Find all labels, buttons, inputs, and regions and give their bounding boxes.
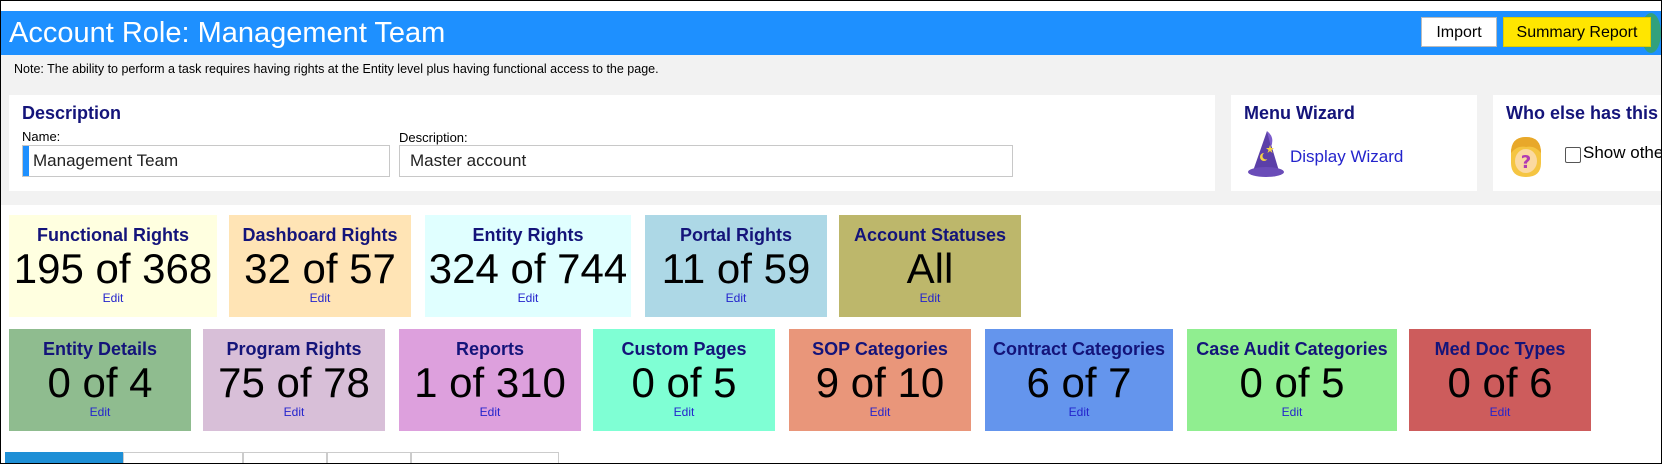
tile-title: SOP Categories bbox=[812, 339, 948, 359]
rights-tile: Program Rights 75 of 78 Edit bbox=[203, 329, 385, 431]
display-wizard-link[interactable]: Display Wizard bbox=[1290, 147, 1403, 167]
tile-edit-link[interactable]: Edit bbox=[839, 291, 1021, 305]
summary-report-button[interactable]: Summary Report bbox=[1503, 17, 1651, 47]
tab-3[interactable] bbox=[243, 452, 327, 463]
tile-count: 6 of 7 bbox=[1026, 359, 1132, 406]
description-field[interactable]: Master account bbox=[399, 145, 1013, 177]
rights-tile: Case Audit Categories 0 of 5 Edit bbox=[1187, 329, 1397, 431]
page-header: Account Role: Management Team Import Sum… bbox=[1, 11, 1661, 55]
svg-text:?: ? bbox=[1521, 152, 1531, 173]
menu-wizard-title: Menu Wizard bbox=[1244, 103, 1355, 123]
who-else-panel: Who else has this ? Show othe bbox=[1493, 95, 1662, 191]
tile-count: 1 of 310 bbox=[414, 359, 566, 406]
tile-count: 75 of 78 bbox=[218, 359, 370, 406]
rights-tile: Contract Categories 6 of 7 Edit bbox=[985, 329, 1173, 431]
tab-2[interactable] bbox=[123, 452, 243, 463]
tile-edit-link[interactable]: Edit bbox=[645, 291, 827, 305]
required-indicator bbox=[23, 146, 29, 176]
tile-count: 0 of 5 bbox=[1239, 359, 1345, 406]
rights-tile: Portal Rights 11 of 59 Edit bbox=[645, 215, 827, 317]
tile-edit-link[interactable]: Edit bbox=[593, 405, 775, 419]
show-others-checkbox[interactable] bbox=[1565, 147, 1581, 163]
tile-title: Custom Pages bbox=[621, 339, 747, 359]
tile-edit-link[interactable]: Edit bbox=[203, 405, 385, 419]
tile-title: Portal Rights bbox=[679, 225, 792, 245]
tile-title: Entity Rights bbox=[472, 225, 584, 245]
tile-edit-link[interactable]: Edit bbox=[9, 405, 191, 419]
tile-edit-link[interactable]: Edit bbox=[9, 291, 217, 305]
tile-edit-link[interactable]: Edit bbox=[425, 291, 631, 305]
tile-count: 324 of 744 bbox=[428, 245, 628, 292]
question-person-icon: ? bbox=[1511, 137, 1541, 177]
tile-count: All bbox=[906, 245, 954, 292]
tile-count: 11 of 59 bbox=[661, 245, 811, 292]
tile-title: Program Rights bbox=[226, 339, 362, 359]
page-title: Account Role: Management Team bbox=[9, 17, 446, 49]
tile-edit-link[interactable]: Edit bbox=[229, 291, 411, 305]
tile-edit-link[interactable]: Edit bbox=[1187, 405, 1397, 419]
description-panel: Description Name: Management Team Descri… bbox=[9, 95, 1215, 191]
description-title: Description bbox=[22, 103, 122, 123]
tile-count: 0 of 6 bbox=[1447, 359, 1553, 406]
tab-5[interactable] bbox=[411, 452, 559, 463]
tile-count: 195 of 368 bbox=[13, 245, 213, 292]
tile-edit-link[interactable]: Edit bbox=[985, 405, 1173, 419]
rights-tile: Dashboard Rights 32 of 57 Edit bbox=[229, 215, 411, 317]
import-button[interactable]: Import bbox=[1421, 17, 1497, 47]
tile-count: 32 of 57 bbox=[244, 245, 396, 292]
tile-title: Dashboard Rights bbox=[242, 225, 398, 245]
rights-tile: Entity Details 0 of 4 Edit bbox=[9, 329, 191, 431]
who-else-title: Who else has this bbox=[1506, 103, 1659, 123]
rights-tile: Med Doc Types 0 of 6 Edit bbox=[1409, 329, 1591, 431]
tile-title: Entity Details bbox=[42, 339, 158, 359]
rights-tile: Reports 1 of 310 Edit bbox=[399, 329, 581, 431]
tile-count: 9 of 10 bbox=[815, 359, 945, 406]
access-note: Note: The ability to perform a task requ… bbox=[1, 55, 1661, 83]
tile-title: Case Audit Categories bbox=[1196, 339, 1388, 359]
menu-wizard-panel: Menu Wizard Display Wizard bbox=[1231, 95, 1477, 191]
tile-title: Med Doc Types bbox=[1434, 339, 1566, 359]
tile-title: Contract Categories bbox=[992, 339, 1166, 359]
description-label: Description: bbox=[399, 130, 468, 145]
rights-tile: SOP Categories 9 of 10 Edit bbox=[789, 329, 971, 431]
tab-active[interactable] bbox=[5, 452, 123, 463]
tile-title: Reports bbox=[455, 339, 524, 359]
tile-title: Functional Rights bbox=[37, 225, 189, 245]
show-others-label: Show othe bbox=[1583, 143, 1662, 162]
rights-tile: Account Statuses All Edit bbox=[839, 215, 1021, 317]
rights-tile: Entity Rights 324 of 744 Edit bbox=[425, 215, 631, 317]
tab-4[interactable] bbox=[327, 452, 411, 463]
rights-tile: Custom Pages 0 of 5 Edit bbox=[593, 329, 775, 431]
name-field[interactable]: Management Team bbox=[22, 145, 390, 177]
description-field-value: Master account bbox=[410, 151, 527, 170]
wizard-hat-icon bbox=[1248, 131, 1284, 177]
account-role-page: Account Role: Management Team Import Sum… bbox=[0, 0, 1662, 464]
tile-edit-link[interactable]: Edit bbox=[1409, 405, 1591, 419]
name-label: Name: bbox=[22, 129, 61, 144]
rights-tile: Functional Rights 195 of 368 Edit bbox=[9, 215, 217, 317]
tile-count: 0 of 4 bbox=[47, 359, 153, 406]
tile-edit-link[interactable]: Edit bbox=[789, 405, 971, 419]
tile-edit-link[interactable]: Edit bbox=[399, 405, 581, 419]
tile-count: 0 of 5 bbox=[631, 359, 737, 406]
name-field-value: Management Team bbox=[33, 151, 179, 170]
tile-title: Account Statuses bbox=[853, 225, 1007, 245]
